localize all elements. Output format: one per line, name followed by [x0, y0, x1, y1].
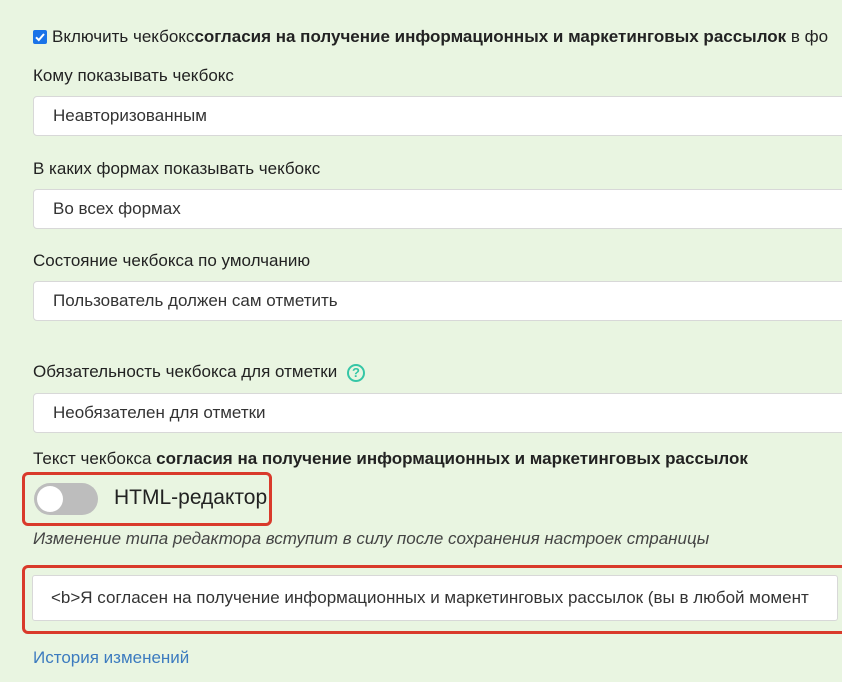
checkbox-text-label-bold: согласия на получение информационных и м… [156, 449, 748, 468]
required-label: Обязательность чекбокса для отметки [33, 362, 338, 381]
editor-change-note: Изменение типа редактора вступит в силу … [33, 529, 710, 548]
enable-consent-label-bold: согласия на получение информационных и м… [194, 27, 787, 46]
toggle-knob [37, 486, 63, 512]
who-select[interactable]: Неавторизованным [33, 96, 842, 136]
checkbox-text-label-prefix: Текст чекбокса [33, 449, 157, 468]
checkbox-text-input[interactable]: <b>Я согласен на получение информационны… [32, 575, 838, 621]
enable-consent-label-prefix: Включить чекбокс [52, 27, 195, 46]
required-label-row: Обязательность чекбокса для отметки ? [33, 362, 365, 382]
default-state-label: Состояние чекбокса по умолчанию [33, 251, 311, 270]
who-label: Кому показывать чекбокс [33, 66, 234, 85]
checkmark-icon [35, 33, 45, 42]
enable-consent-checkbox-row[interactable]: Включить чекбокс согласия на получение и… [33, 27, 828, 47]
checkbox-text-label: Текст чекбокса согласия на получение инф… [33, 449, 748, 469]
history-link[interactable]: История изменений [33, 648, 189, 668]
consent-checkbox[interactable] [33, 30, 47, 44]
forms-label: В каких формах показывать чекбокс [33, 159, 321, 178]
html-editor-label: HTML-редактор [114, 486, 268, 509]
default-state-select[interactable]: Пользователь должен сам отметить [33, 281, 842, 321]
required-select[interactable]: Необязателен для отметки [33, 393, 842, 433]
enable-consent-label-suffix: в фо [786, 27, 829, 46]
forms-select[interactable]: Во всех формах [33, 189, 842, 229]
help-icon[interactable]: ? [346, 363, 365, 382]
html-editor-toggle[interactable] [34, 483, 98, 515]
